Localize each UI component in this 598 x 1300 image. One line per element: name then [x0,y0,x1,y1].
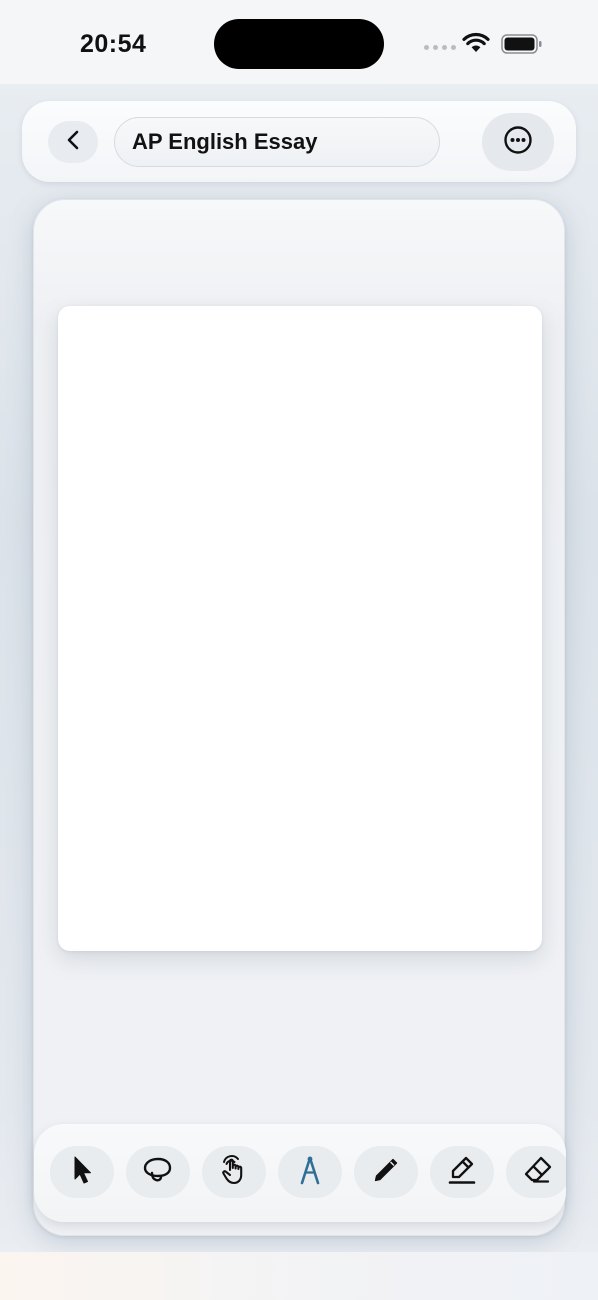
arrow-pointer-icon [71,1155,93,1190]
wifi-icon [462,32,490,59]
eraser-icon [522,1154,554,1191]
touch-tool-button[interactable] [202,1146,266,1198]
document-title-field[interactable]: AP English Essay [114,117,440,167]
ruler-tool-button[interactable] [278,1146,342,1198]
ellipsis-circle-icon [503,125,533,160]
chevron-left-icon [66,129,80,156]
drawing-page[interactable] [58,306,542,951]
lasso-tool-button[interactable] [126,1146,190,1198]
top-toolbar: AP English Essay [22,101,576,182]
canvas-card [33,199,566,1236]
tool-tray [34,1124,566,1222]
signal-dots-icon [424,45,456,50]
pencil-icon [371,1155,401,1190]
document-title: AP English Essay [132,129,318,154]
eraser-tool-button[interactable] [506,1146,566,1198]
compass-icon [297,1154,323,1191]
highlighter-tool-button[interactable] [430,1146,494,1198]
highlighter-icon [446,1154,478,1191]
bottom-strip [0,1252,598,1300]
status-time: 20:54 [80,30,147,58]
more-options-button[interactable] [482,113,554,171]
select-tool-button[interactable] [50,1146,114,1198]
dynamic-island [214,19,384,69]
hand-touch-icon [217,1153,251,1192]
status-bar: 20:54 [0,0,598,84]
battery-icon [501,34,543,59]
lasso-icon [141,1155,175,1190]
pen-tool-button[interactable] [354,1146,418,1198]
back-button[interactable] [48,121,98,163]
